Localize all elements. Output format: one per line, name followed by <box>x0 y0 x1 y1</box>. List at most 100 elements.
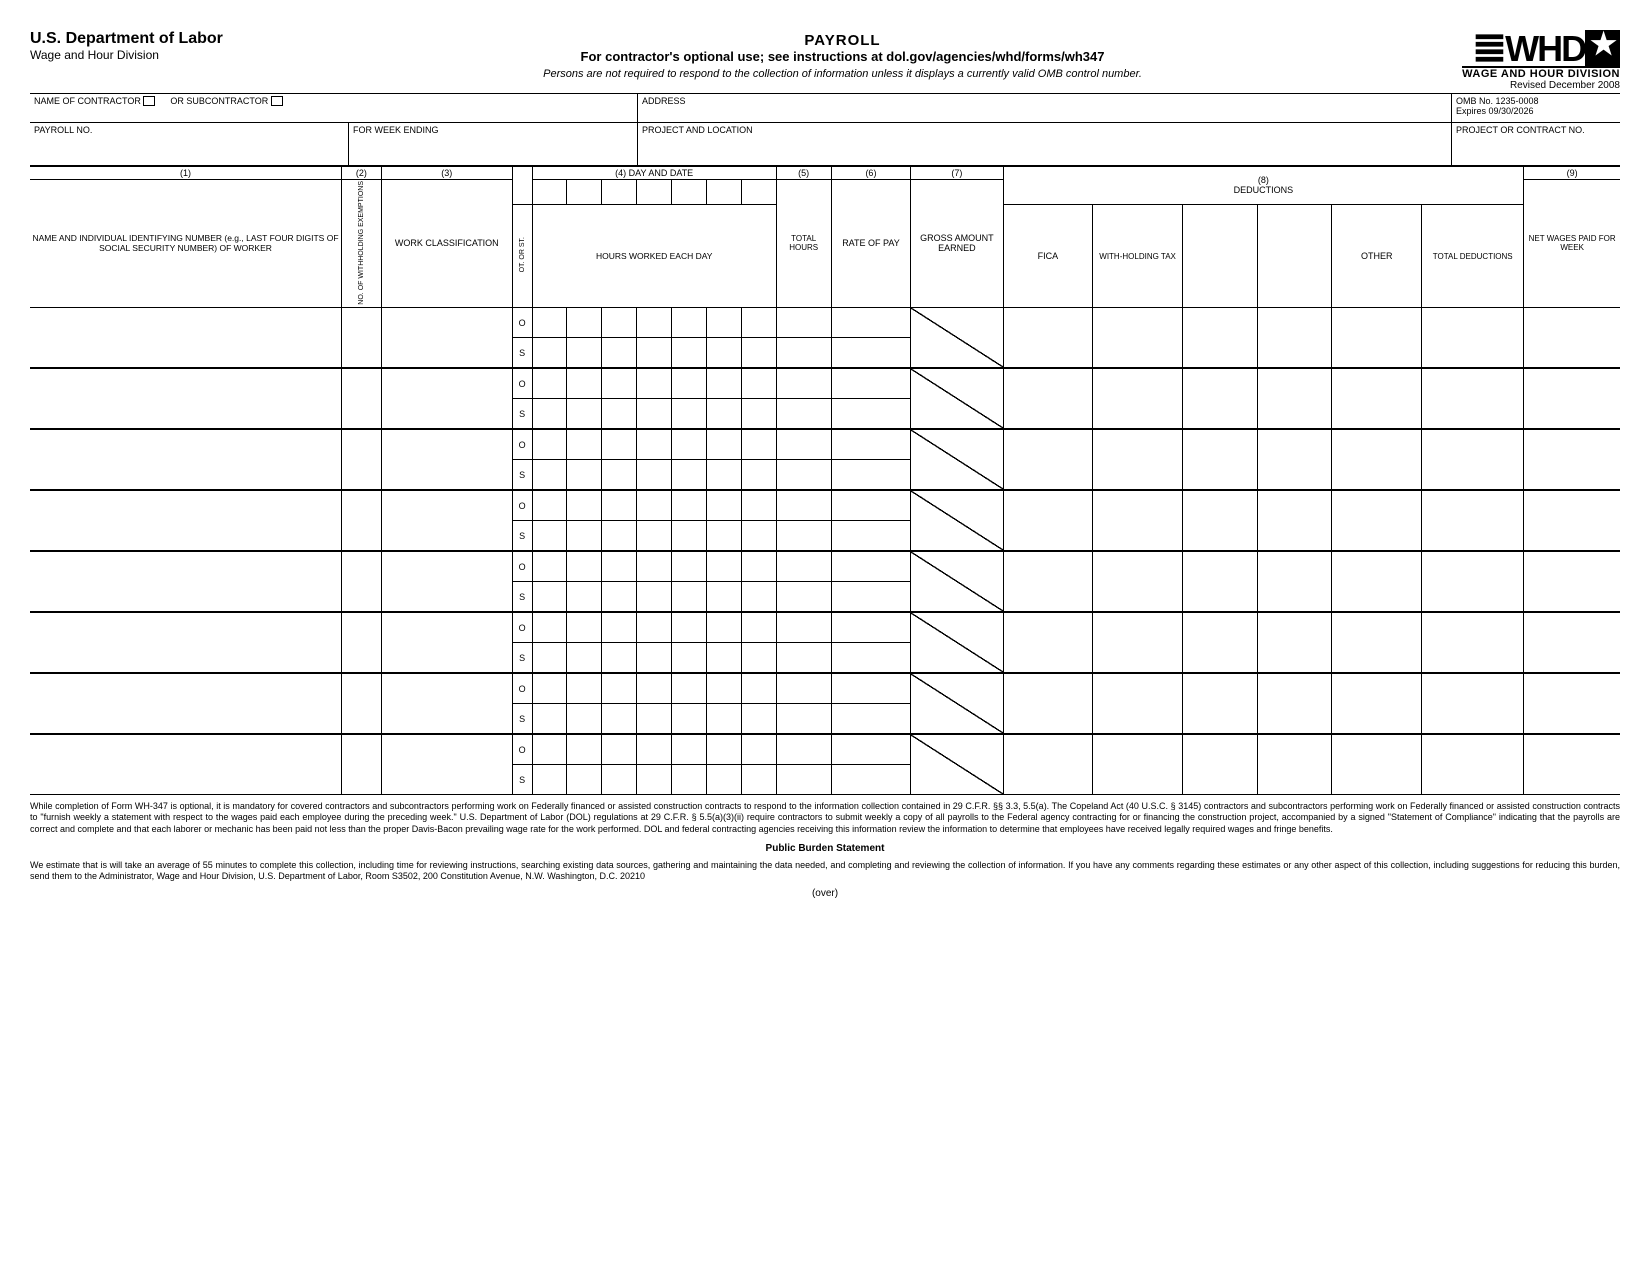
hours-cell[interactable] <box>532 308 567 338</box>
total-hours-cell[interactable] <box>776 490 831 521</box>
hours-cell[interactable] <box>602 704 637 735</box>
hours-cell[interactable] <box>567 368 602 399</box>
hours-cell[interactable] <box>567 582 602 613</box>
hours-cell[interactable] <box>602 460 637 491</box>
worker-name-cell[interactable] <box>30 308 342 369</box>
hours-cell[interactable] <box>532 429 567 460</box>
hours-cell[interactable] <box>741 643 776 674</box>
other-cell[interactable] <box>1332 308 1422 369</box>
hours-cell[interactable] <box>672 643 707 674</box>
day-cell[interactable] <box>706 179 741 205</box>
exemptions-cell[interactable] <box>342 308 382 369</box>
hours-cell[interactable] <box>602 429 637 460</box>
gross-cell[interactable] <box>911 551 1003 612</box>
subcontractor-checkbox[interactable] <box>271 96 283 106</box>
hours-cell[interactable] <box>706 704 741 735</box>
hours-cell[interactable] <box>672 368 707 399</box>
deduction-blank-cell[interactable] <box>1257 490 1332 551</box>
hours-cell[interactable] <box>532 582 567 613</box>
hours-cell[interactable] <box>637 612 672 643</box>
rate-cell[interactable] <box>831 460 911 491</box>
hours-cell[interactable] <box>637 308 672 338</box>
deduction-blank-cell[interactable] <box>1182 673 1257 734</box>
rate-cell[interactable] <box>831 521 911 552</box>
exemptions-cell[interactable] <box>342 551 382 612</box>
classification-cell[interactable] <box>381 429 512 490</box>
withholding-cell[interactable] <box>1093 490 1183 551</box>
hours-cell[interactable] <box>532 673 567 704</box>
hours-cell[interactable] <box>532 643 567 674</box>
hours-cell[interactable] <box>637 490 672 521</box>
rate-cell[interactable] <box>831 765 911 795</box>
deduction-blank-cell[interactable] <box>1182 490 1257 551</box>
net-wages-cell[interactable] <box>1524 308 1620 369</box>
hours-cell[interactable] <box>706 429 741 460</box>
hours-cell[interactable] <box>672 460 707 491</box>
total-hours-cell[interactable] <box>776 704 831 735</box>
net-wages-cell[interactable] <box>1524 429 1620 490</box>
hours-cell[interactable] <box>706 308 741 338</box>
classification-cell[interactable] <box>381 734 512 795</box>
other-cell[interactable] <box>1332 429 1422 490</box>
hours-cell[interactable] <box>706 612 741 643</box>
hours-cell[interactable] <box>706 521 741 552</box>
hours-cell[interactable] <box>741 551 776 582</box>
deduction-blank-cell[interactable] <box>1257 368 1332 429</box>
field-week-ending[interactable]: FOR WEEK ENDING <box>349 122 638 165</box>
rate-cell[interactable] <box>831 551 911 582</box>
worker-name-cell[interactable] <box>30 734 342 795</box>
hours-cell[interactable] <box>567 338 602 369</box>
rate-cell[interactable] <box>831 399 911 430</box>
day-cell[interactable] <box>567 179 602 205</box>
classification-cell[interactable] <box>381 551 512 612</box>
hours-cell[interactable] <box>741 582 776 613</box>
hours-cell[interactable] <box>741 338 776 369</box>
gross-cell[interactable] <box>911 429 1003 490</box>
hours-cell[interactable] <box>672 612 707 643</box>
hours-cell[interactable] <box>741 460 776 491</box>
field-contractor-name[interactable]: NAME OF CONTRACTOR OR SUBCONTRACTOR <box>30 93 638 122</box>
classification-cell[interactable] <box>381 490 512 551</box>
exemptions-cell[interactable] <box>342 734 382 795</box>
rate-cell[interactable] <box>831 612 911 643</box>
hours-cell[interactable] <box>672 551 707 582</box>
withholding-cell[interactable] <box>1093 612 1183 673</box>
total-hours-cell[interactable] <box>776 765 831 795</box>
hours-cell[interactable] <box>532 612 567 643</box>
withholding-cell[interactable] <box>1093 551 1183 612</box>
total-hours-cell[interactable] <box>776 551 831 582</box>
hours-cell[interactable] <box>567 399 602 430</box>
hours-cell[interactable] <box>637 704 672 735</box>
gross-cell[interactable] <box>911 734 1003 795</box>
hours-cell[interactable] <box>532 338 567 369</box>
hours-cell[interactable] <box>706 643 741 674</box>
hours-cell[interactable] <box>741 765 776 795</box>
total-hours-cell[interactable] <box>776 673 831 704</box>
deduction-blank-cell[interactable] <box>1182 734 1257 795</box>
deduction-blank-cell[interactable] <box>1257 734 1332 795</box>
hours-cell[interactable] <box>706 673 741 704</box>
classification-cell[interactable] <box>381 673 512 734</box>
total-hours-cell[interactable] <box>776 460 831 491</box>
hours-cell[interactable] <box>741 399 776 430</box>
hours-cell[interactable] <box>637 521 672 552</box>
day-cell[interactable] <box>602 179 637 205</box>
hours-cell[interactable] <box>706 734 741 765</box>
deduction-blank-cell[interactable] <box>1182 612 1257 673</box>
hours-cell[interactable] <box>602 734 637 765</box>
hours-cell[interactable] <box>672 429 707 460</box>
rate-cell[interactable] <box>831 490 911 521</box>
total-hours-cell[interactable] <box>776 734 831 765</box>
hours-cell[interactable] <box>637 734 672 765</box>
fica-cell[interactable] <box>1003 308 1093 369</box>
withholding-cell[interactable] <box>1093 368 1183 429</box>
hours-cell[interactable] <box>672 765 707 795</box>
classification-cell[interactable] <box>381 308 512 369</box>
hours-cell[interactable] <box>567 551 602 582</box>
total-hours-cell[interactable] <box>776 521 831 552</box>
hours-cell[interactable] <box>741 490 776 521</box>
worker-name-cell[interactable] <box>30 490 342 551</box>
hours-cell[interactable] <box>532 551 567 582</box>
hours-cell[interactable] <box>706 551 741 582</box>
hours-cell[interactable] <box>602 643 637 674</box>
